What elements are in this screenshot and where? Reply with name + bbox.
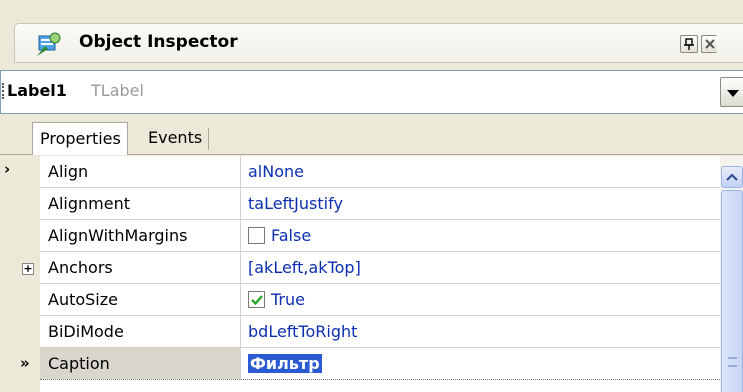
component-name: Label1 [7, 81, 67, 100]
scroll-marker-icon: › [4, 160, 11, 178]
selector-grip [2, 83, 4, 99]
property-row-bidimode[interactable]: BiDiMode bdLeftToRight [40, 316, 720, 348]
property-name: Align [48, 162, 89, 181]
close-button[interactable] [701, 35, 717, 53]
column-divider [240, 316, 241, 348]
window-title: Object Inspector [79, 32, 238, 52]
column-divider [240, 284, 241, 316]
grid-gutter: › + » [0, 156, 40, 392]
close-icon [705, 39, 715, 49]
scroll-up-button[interactable] [721, 166, 743, 188]
property-name: Caption [40, 348, 240, 379]
property-value-editor[interactable]: Фильтр [248, 354, 322, 373]
property-row-alignment[interactable]: Alignment taLeftJustify [40, 188, 720, 220]
inspector-titlebar: Object Inspector [14, 23, 743, 63]
column-divider [240, 348, 241, 380]
component-selector[interactable]: Label1 TLabel [0, 70, 743, 114]
column-divider [240, 156, 241, 188]
property-name: BiDiMode [48, 322, 124, 341]
property-value[interactable]: [akLeft,akTop] [248, 258, 361, 277]
property-name: Alignment [48, 194, 130, 213]
tab-events[interactable]: Events [148, 128, 210, 150]
column-divider [240, 252, 241, 284]
vertical-scrollbar[interactable] [720, 156, 743, 392]
checkbox-label: False [271, 226, 312, 245]
checkbox-unchecked[interactable] [248, 227, 265, 244]
inspector-tabs: Properties Events [0, 122, 743, 155]
property-name: AutoSize [48, 290, 118, 309]
property-name: AlignWithMargins [48, 226, 188, 245]
component-type: TLabel [91, 81, 144, 100]
property-row-alignwithmargins[interactable]: AlignWithMargins False [40, 220, 720, 252]
pin-icon [684, 38, 694, 50]
pin-button[interactable] [680, 35, 698, 53]
property-value[interactable]: bdLeftToRight [248, 322, 357, 341]
column-divider [240, 188, 241, 220]
property-value-checkbox[interactable]: False [248, 226, 311, 245]
checkmark-icon [251, 295, 263, 306]
checkbox-label: True [271, 290, 305, 309]
property-row-caption[interactable]: Caption Фильтр [40, 348, 720, 380]
property-value[interactable]: taLeftJustify [248, 194, 343, 213]
grip-icon [728, 357, 737, 367]
dropdown-arrow-icon [727, 90, 739, 97]
selector-dropdown-button[interactable] [720, 77, 743, 107]
object-inspector-icon [37, 32, 61, 56]
column-divider [240, 220, 241, 252]
tab-properties[interactable]: Properties [32, 122, 128, 155]
property-grid: › + » Align alNone Alignment taLeftJusti… [0, 156, 720, 392]
property-value[interactable]: alNone [248, 162, 304, 181]
scroll-thumb[interactable] [721, 190, 743, 392]
expand-plus-icon[interactable]: + [22, 263, 34, 275]
property-row-align[interactable]: Align alNone [40, 156, 720, 188]
property-row-anchors[interactable]: Anchors [akLeft,akTop] [40, 252, 720, 284]
property-name: Anchors [48, 258, 113, 277]
property-row-autosize[interactable]: AutoSize True [40, 284, 720, 316]
checkbox-checked[interactable] [248, 291, 265, 308]
scroll-up-icon [726, 173, 738, 181]
property-value-checkbox[interactable]: True [248, 290, 305, 309]
current-row-marker-icon: » [20, 354, 30, 372]
